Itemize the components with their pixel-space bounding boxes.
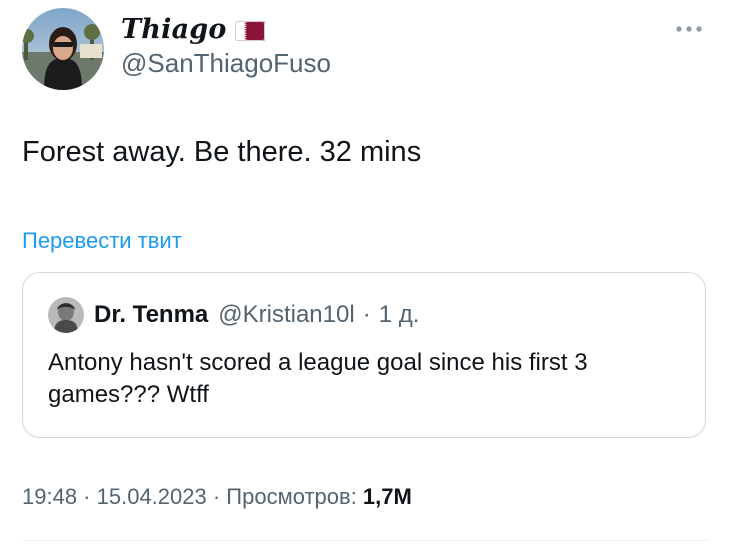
quoted-tweet[interactable]: Dr. Tenma @Kristian10l · 1 д. Antony has… <box>22 272 706 438</box>
more-options-icon[interactable] <box>674 22 704 36</box>
tweet-date[interactable]: 15.04.2023 <box>97 484 207 509</box>
translate-tweet-link[interactable]: Перевести твит <box>22 228 182 254</box>
tweet-time[interactable]: 19:48 <box>22 484 77 509</box>
author-handle[interactable]: @SanThiagoFuso <box>121 48 331 79</box>
tweet-text: Forest away. Be there. 32 mins <box>22 136 422 168</box>
author-avatar[interactable] <box>22 8 104 90</box>
quoted-timestamp: 1 д. <box>378 301 420 328</box>
qatar-flag-icon <box>234 20 265 41</box>
views-label: Просмотров: <box>226 484 363 509</box>
author-name-row: Thiago <box>121 14 265 45</box>
quoted-author-avatar <box>48 297 84 333</box>
tweet-card: Thiago @SanThiagoFuso Forest away. Be th… <box>0 0 730 544</box>
quoted-separator: · <box>362 301 371 328</box>
divider <box>22 540 708 541</box>
avatar-photo <box>22 8 104 90</box>
author-display-name[interactable]: Thiago <box>121 14 227 45</box>
quoted-author-name: Dr. Tenma <box>94 301 209 328</box>
quoted-author-handle: @Kristian10l <box>218 301 355 328</box>
quoted-tweet-text: Antony hasn't scored a league goal since… <box>48 349 588 408</box>
meta-separator: · <box>77 484 97 509</box>
tweet-meta: 19:48 · 15.04.2023 · Просмотров: 1,7M <box>22 484 412 510</box>
meta-separator: · <box>206 484 227 509</box>
views-count: 1,7M <box>362 484 412 509</box>
quoted-tweet-header: Dr. Tenma @Kristian10l · 1 д. <box>48 297 419 333</box>
